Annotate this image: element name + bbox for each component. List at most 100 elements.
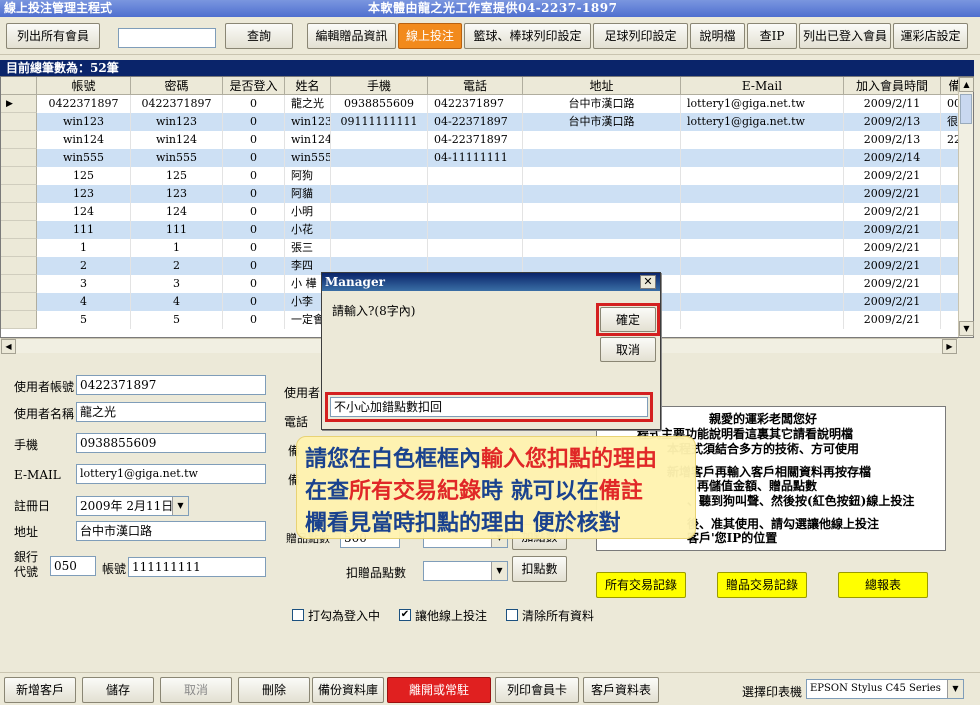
summary-report-button[interactable]: 總報表 <box>838 572 928 598</box>
table-cell[interactable]: 2009/2/21 <box>844 293 941 311</box>
bank-account-input[interactable]: 111111111 <box>128 557 266 577</box>
manual-button[interactable]: 說明檔 <box>690 23 745 49</box>
column-header[interactable]: 密碼 <box>131 77 223 95</box>
save-button[interactable]: 儲存 <box>82 677 154 703</box>
table-cell[interactable]: 台中市漢口路 <box>523 95 681 113</box>
column-header[interactable]: 姓名 <box>285 77 331 95</box>
table-cell[interactable]: 125 <box>37 167 131 185</box>
table-cell[interactable]: 2009/2/21 <box>844 311 941 329</box>
table-cell[interactable] <box>523 167 681 185</box>
dropdown-arrow-icon[interactable]: ▼ <box>491 562 507 580</box>
column-header[interactable]: 帳號 <box>37 77 131 95</box>
table-cell[interactable]: 2009/2/21 <box>844 257 941 275</box>
table-cell[interactable]: win124 <box>285 131 331 149</box>
table-cell[interactable] <box>331 239 428 257</box>
table-cell[interactable]: win123 <box>131 113 223 131</box>
table-cell[interactable] <box>331 131 428 149</box>
gift-transactions-button[interactable]: 贈品交易記錄 <box>717 572 807 598</box>
dropdown-arrow-icon[interactable]: ▼ <box>947 680 963 698</box>
table-cell[interactable]: 2 <box>131 257 223 275</box>
table-cell[interactable]: 0 <box>223 149 285 167</box>
table-cell[interactable]: 2009/2/21 <box>844 275 941 293</box>
table-row[interactable]: win123 win123 0 win123 09111111111 04-2237189… <box>1 113 969 131</box>
table-cell[interactable]: 5 <box>37 311 131 329</box>
table-cell[interactable]: 0 <box>223 275 285 293</box>
table-cell[interactable]: 111 <box>131 221 223 239</box>
column-header[interactable]: 電話 <box>428 77 523 95</box>
row-selector[interactable] <box>1 203 37 221</box>
close-icon[interactable]: ✕ <box>640 275 656 289</box>
bank-code-input[interactable]: 050 <box>50 556 96 576</box>
list-logged-in-button[interactable]: 列出已登入會員 <box>799 23 891 49</box>
account-input[interactable]: 0422371897 <box>76 375 266 395</box>
table-cell[interactable]: 2009/2/21 <box>844 239 941 257</box>
row-selector[interactable]: ▶ <box>1 95 37 113</box>
scroll-down-icon[interactable]: ▼ <box>959 321 974 336</box>
table-cell[interactable] <box>331 149 428 167</box>
table-cell[interactable]: 2009/2/11 <box>844 95 941 113</box>
column-header[interactable]: 加入會員時間 <box>844 77 941 95</box>
table-row[interactable]: 125 125 0 阿狗 2009/2/21 <box>1 167 959 185</box>
table-cell[interactable]: 0422371897 <box>37 95 131 113</box>
table-cell[interactable] <box>428 167 523 185</box>
table-cell[interactable]: 2009/2/21 <box>844 185 941 203</box>
row-selector[interactable] <box>1 311 37 329</box>
table-cell[interactable]: 09111111111 <box>331 113 428 131</box>
table-cell[interactable]: lottery1@giga.net.tw <box>681 113 844 131</box>
table-cell[interactable] <box>523 149 681 167</box>
table-cell[interactable] <box>523 239 681 257</box>
column-header[interactable]: 手機 <box>331 77 428 95</box>
table-cell[interactable]: 124 <box>37 203 131 221</box>
row-selector[interactable] <box>1 239 37 257</box>
table-cell[interactable] <box>523 131 681 149</box>
table-cell[interactable]: 2009/2/13 <box>844 131 941 149</box>
column-header[interactable]: E-Mail <box>681 77 844 95</box>
table-cell[interactable] <box>681 293 844 311</box>
table-cell[interactable]: 阿貓 <box>285 185 331 203</box>
table-cell[interactable] <box>681 203 844 221</box>
row-selector[interactable] <box>1 131 37 149</box>
table-cell[interactable]: 0 <box>223 203 285 221</box>
table-cell[interactable]: 0 <box>223 113 285 131</box>
table-cell[interactable]: 1 <box>131 239 223 257</box>
table-cell[interactable]: win124 <box>37 131 131 149</box>
all-transactions-button[interactable]: 所有交易記錄 <box>596 572 686 598</box>
table-row[interactable]: 123 123 0 阿貓 2009/2/21 <box>1 185 959 203</box>
table-cell[interactable]: 2009/2/14 <box>844 149 941 167</box>
football-print-button[interactable]: 足球列印設定 <box>593 23 688 49</box>
table-row[interactable]: win124win1240win12404-223718972009/2/132… <box>1 131 968 149</box>
table-cell[interactable] <box>428 221 523 239</box>
table-cell[interactable] <box>681 221 844 239</box>
table-cell[interactable]: 小花 <box>285 221 331 239</box>
cancel-button[interactable]: 取消 <box>160 677 232 703</box>
mobile-input[interactable]: 0938855609 <box>76 433 266 453</box>
table-cell[interactable]: 0 <box>223 131 285 149</box>
table-row[interactable]: win555 win555 0 win555 04-11111111 2009/2/14 <box>1 149 959 167</box>
column-header[interactable]: 是否登入 <box>223 77 285 95</box>
name-input[interactable]: 龍之光 <box>76 402 266 422</box>
table-cell[interactable] <box>681 149 844 167</box>
table-cell[interactable]: lottery1@giga.net.tw <box>681 95 844 113</box>
row-selector[interactable] <box>1 167 37 185</box>
lottery-shop-settings-button[interactable]: 運彩店設定 <box>893 23 968 49</box>
table-cell[interactable]: 2009/2/21 <box>844 221 941 239</box>
table-cell[interactable]: 2009/2/13 <box>844 113 941 131</box>
table-row[interactable]: 1 1 0 張三 2009/2/21 <box>1 239 959 257</box>
table-cell[interactable] <box>681 131 844 149</box>
table-cell[interactable]: 0 <box>223 293 285 311</box>
print-member-card-button[interactable]: 列印會員卡 <box>495 677 579 703</box>
table-cell[interactable] <box>331 167 428 185</box>
table-cell[interactable]: 1 <box>37 239 131 257</box>
new-customer-button[interactable]: 新增客戶 <box>4 677 76 703</box>
table-cell[interactable]: 0 <box>223 221 285 239</box>
row-selector[interactable] <box>1 185 37 203</box>
check-ip-button[interactable]: 查IP <box>747 23 797 49</box>
table-cell[interactable] <box>681 239 844 257</box>
row-selector[interactable] <box>1 113 37 131</box>
table-cell[interactable] <box>428 185 523 203</box>
customer-data-table-button[interactable]: 客戶資料表 <box>583 677 659 703</box>
leave-or-resident-button[interactable]: 離開或常駐 <box>387 677 491 703</box>
row-selector[interactable] <box>1 257 37 275</box>
column-header[interactable]: 地址 <box>523 77 681 95</box>
table-cell[interactable]: 龍之光 <box>285 95 331 113</box>
